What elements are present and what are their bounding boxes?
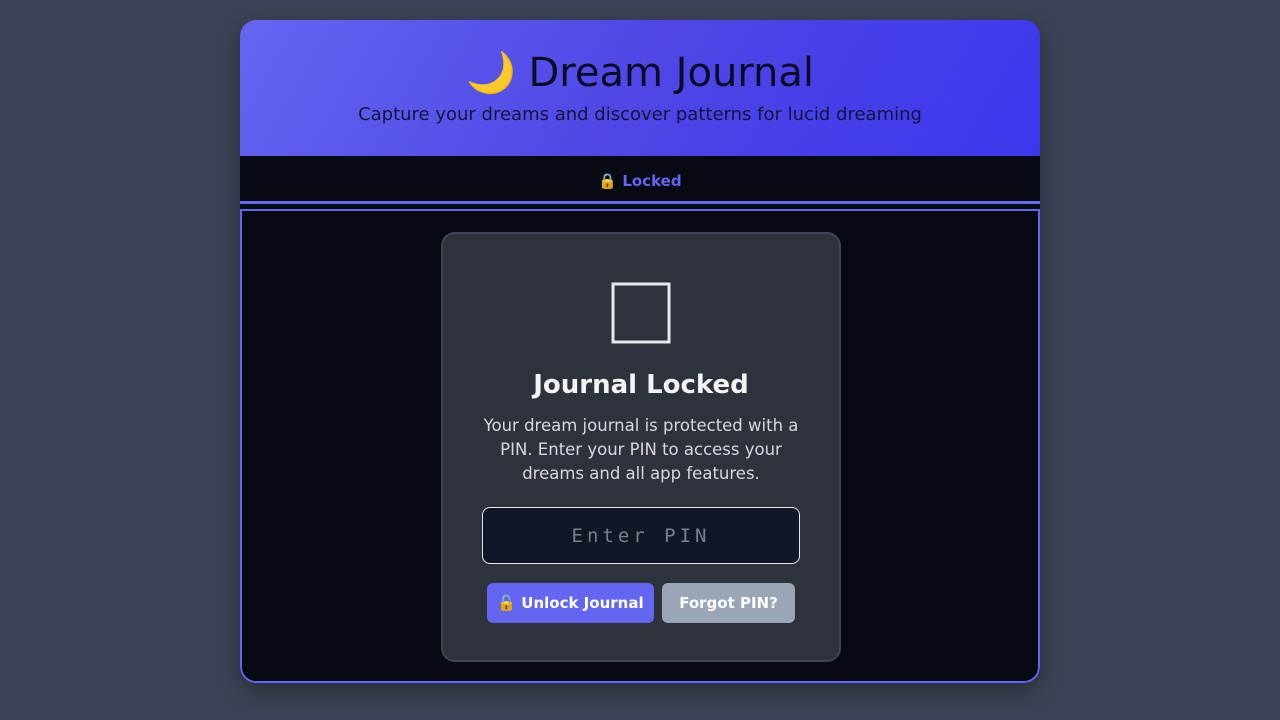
lock-description: Your dream journal is protected with a P… <box>483 416 799 483</box>
main-content: Journal Locked Your dream journal is pro… <box>240 209 1040 683</box>
pin-input[interactable] <box>482 507 800 564</box>
app-title: 🌙 Dream Journal <box>465 50 815 96</box>
lock-card: Journal Locked Your dream journal is pro… <box>441 232 841 662</box>
forgot-pin-button[interactable]: Forgot PIN? <box>662 583 795 623</box>
tab-locked[interactable]: 🔒 Locked <box>598 172 681 190</box>
lock-icon <box>443 274 839 350</box>
lock-title: Journal Locked <box>533 370 749 400</box>
lock-actions: 🔓 Unlock Journal Forgot PIN? <box>443 583 839 623</box>
nav-bar: 🔒 Locked <box>240 156 1040 204</box>
app-header: 🌙 Dream Journal Capture your dreams and … <box>240 20 1040 156</box>
unlock-journal-button[interactable]: 🔓 Unlock Journal <box>487 583 654 623</box>
app-window: 🌙 Dream Journal Capture your dreams and … <box>240 20 1040 683</box>
app-subtitle: Capture your dreams and discover pattern… <box>358 104 922 125</box>
